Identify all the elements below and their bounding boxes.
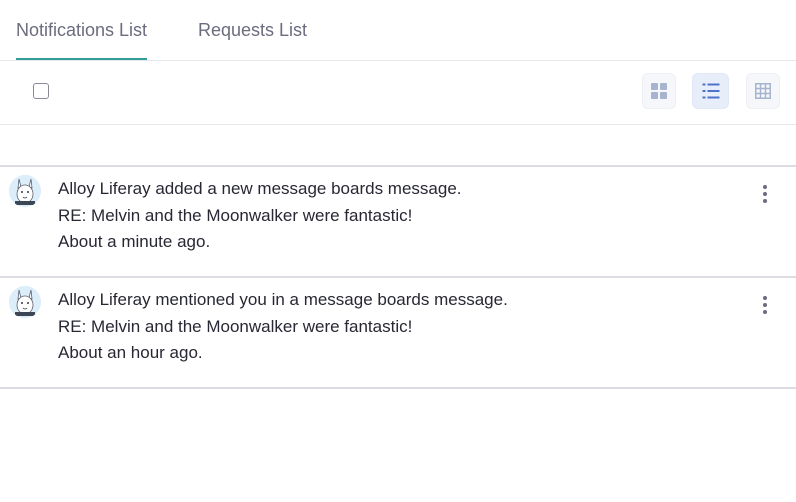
notification-item[interactable]: Alloy Liferay added a new message boards… — [0, 166, 796, 278]
table-icon — [755, 83, 771, 99]
notification-time: About a minute ago. — [58, 232, 211, 251]
kebab-menu-icon[interactable] — [760, 294, 770, 316]
notification-title: Alloy Liferay added a new message boards… — [58, 179, 462, 198]
notification-content: Alloy Liferay added a new message boards… — [58, 176, 462, 256]
avatar-icon — [9, 286, 41, 318]
tab-bar: Notifications List Requests List — [0, 0, 796, 61]
avatar-icon — [9, 175, 41, 207]
notification-subject: RE: Melvin and the Moonwalker were fanta… — [58, 205, 413, 225]
avatar — [9, 286, 41, 318]
table-view-button[interactable] — [746, 73, 780, 109]
list-icon — [702, 83, 719, 99]
cards-view-button[interactable] — [642, 73, 676, 109]
tab-notifications-list[interactable]: Notifications List — [16, 0, 148, 60]
notification-title: Alloy Liferay mentioned you in a message… — [58, 290, 508, 309]
notification-item[interactable]: Alloy Liferay mentioned you in a message… — [0, 277, 796, 389]
notification-content: Alloy Liferay mentioned you in a message… — [58, 287, 508, 367]
kebab-menu-icon[interactable] — [760, 183, 770, 205]
select-all-checkbox[interactable] — [33, 83, 49, 99]
list-view-button[interactable] — [692, 73, 729, 109]
notification-time: About an hour ago. — [58, 343, 203, 362]
notification-subject: RE: Melvin and the Moonwalker were fanta… — [58, 316, 413, 336]
cards-icon — [651, 83, 667, 99]
avatar — [9, 175, 41, 207]
tab-requests-list[interactable]: Requests List — [198, 0, 307, 60]
management-toolbar — [0, 61, 796, 125]
